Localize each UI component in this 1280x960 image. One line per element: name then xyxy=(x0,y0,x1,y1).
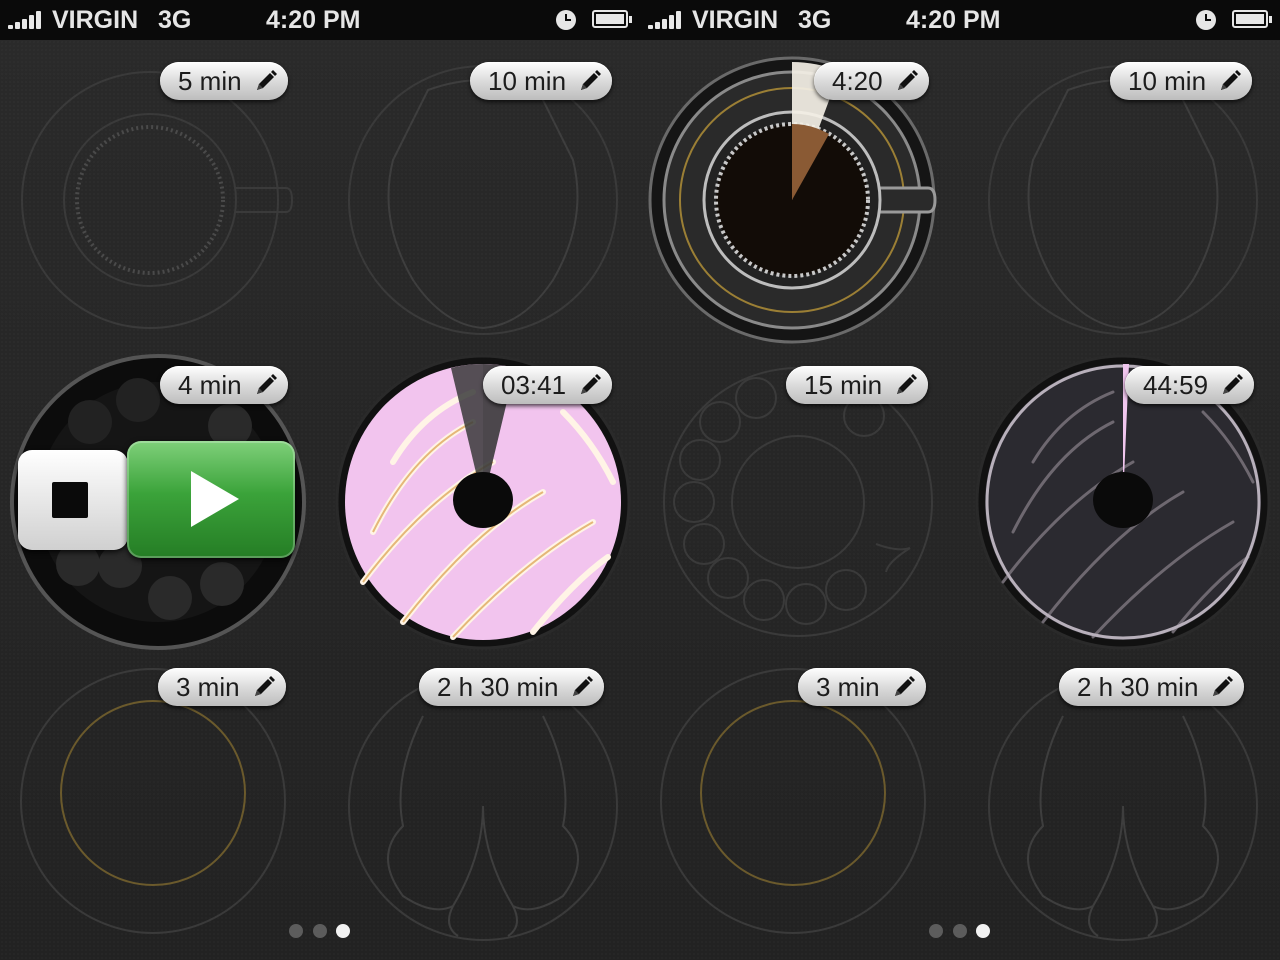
timer-label: 10 min xyxy=(488,66,567,96)
battery-icon xyxy=(1232,10,1272,28)
timer-countdown-pill[interactable]: 44:59 xyxy=(1125,366,1255,404)
stop-icon xyxy=(52,482,88,518)
carrier-name: VIRGIN xyxy=(692,6,779,34)
pencil-icon[interactable] xyxy=(1220,373,1244,397)
pencil-icon[interactable] xyxy=(252,675,276,699)
timer-label: 3 min xyxy=(176,672,240,702)
timer-duration-pill[interactable]: 5 min xyxy=(160,62,288,100)
alarm-clock-icon xyxy=(556,10,576,30)
timer-plate[interactable]: 3 min xyxy=(648,656,948,956)
network-type: 3G xyxy=(798,6,832,34)
page-dot[interactable] xyxy=(313,924,327,938)
page-indicator[interactable] xyxy=(289,924,353,940)
pencil-icon[interactable] xyxy=(894,373,918,397)
status-time: 4:20 PM xyxy=(266,6,361,34)
timer-duration-pill[interactable]: 10 min xyxy=(1110,62,1253,100)
page-indicator[interactable] xyxy=(929,924,993,940)
status-bar: VIRGIN 3G 4:20 PM xyxy=(0,0,640,40)
pencil-icon[interactable] xyxy=(892,675,916,699)
timer-coffee[interactable]: 5 min xyxy=(8,50,308,350)
timer-duration-pill[interactable]: 4 min xyxy=(160,366,288,404)
timer-donut[interactable]: 44:59 xyxy=(973,352,1273,652)
status-time: 4:20 PM xyxy=(906,6,1001,34)
timer-coffee[interactable]: 4:20 xyxy=(648,50,948,350)
play-icon xyxy=(191,471,239,527)
timer-duration-pill[interactable]: 2 h 30 min xyxy=(419,668,605,706)
timer-label: 4 min xyxy=(178,370,242,400)
page-dot[interactable] xyxy=(929,924,943,938)
timer-rotary-dial[interactable]: 15 min xyxy=(648,352,948,652)
timer-label: 10 min xyxy=(1128,66,1207,96)
timer-countdown-pill[interactable]: 03:41 xyxy=(483,366,613,404)
status-bar: VIRGIN 3G 4:20 PM xyxy=(640,0,1280,40)
stop-button[interactable] xyxy=(18,450,128,550)
timer-label: 2 h 30 min xyxy=(437,672,559,702)
network-type: 3G xyxy=(158,6,192,34)
timer-label: 15 min xyxy=(804,370,883,400)
pencil-icon[interactable] xyxy=(578,373,602,397)
timer-duration-pill[interactable]: 3 min xyxy=(798,668,926,706)
pencil-icon[interactable] xyxy=(1210,675,1234,699)
pencil-icon[interactable] xyxy=(1218,69,1242,93)
page-dot[interactable] xyxy=(289,924,303,938)
pencil-icon[interactable] xyxy=(570,675,594,699)
timer-face[interactable]: 10 min xyxy=(973,50,1273,350)
timer-duration-pill[interactable]: 3 min xyxy=(158,668,286,706)
play-button[interactable] xyxy=(127,441,295,558)
pencil-icon[interactable] xyxy=(895,69,919,93)
pencil-icon[interactable] xyxy=(254,373,278,397)
timer-chicken[interactable]: 2 h 30 min xyxy=(333,656,633,956)
timer-duration-pill[interactable]: 2 h 30 min xyxy=(1059,668,1245,706)
alarm-clock-icon xyxy=(1196,10,1216,30)
timer-label: 3 min xyxy=(816,672,880,702)
timer-plate[interactable]: 3 min xyxy=(8,656,308,956)
signal-icon xyxy=(648,11,688,29)
screen-left: VIRGIN 3G 4:20 PM 5 min 10 min 4 min 03:… xyxy=(0,0,640,960)
pencil-icon[interactable] xyxy=(578,69,602,93)
screen-right: VIRGIN 3G 4:20 PM 4:20 10 min 15 min 44:… xyxy=(640,0,1280,960)
battery-icon xyxy=(592,10,632,28)
carrier-name: VIRGIN xyxy=(52,6,139,34)
timer-donut[interactable]: 03:41 xyxy=(333,352,633,652)
timer-duration-pill[interactable]: 15 min xyxy=(786,366,929,404)
timer-duration-pill[interactable]: 10 min xyxy=(470,62,613,100)
page-dot-active[interactable] xyxy=(976,924,990,938)
page-dot-active[interactable] xyxy=(336,924,350,938)
pencil-icon[interactable] xyxy=(254,69,278,93)
timer-label: 44:59 xyxy=(1143,370,1209,400)
timer-chicken[interactable]: 2 h 30 min xyxy=(973,656,1273,956)
timer-label: 2 h 30 min xyxy=(1077,672,1199,702)
timer-face[interactable]: 10 min xyxy=(333,50,633,350)
timer-countdown-pill[interactable]: 4:20 xyxy=(814,62,929,100)
timer-label: 4:20 xyxy=(832,66,883,96)
timer-label: 5 min xyxy=(178,66,242,96)
page-dot[interactable] xyxy=(953,924,967,938)
timer-label: 03:41 xyxy=(501,370,567,400)
signal-icon xyxy=(8,11,48,29)
